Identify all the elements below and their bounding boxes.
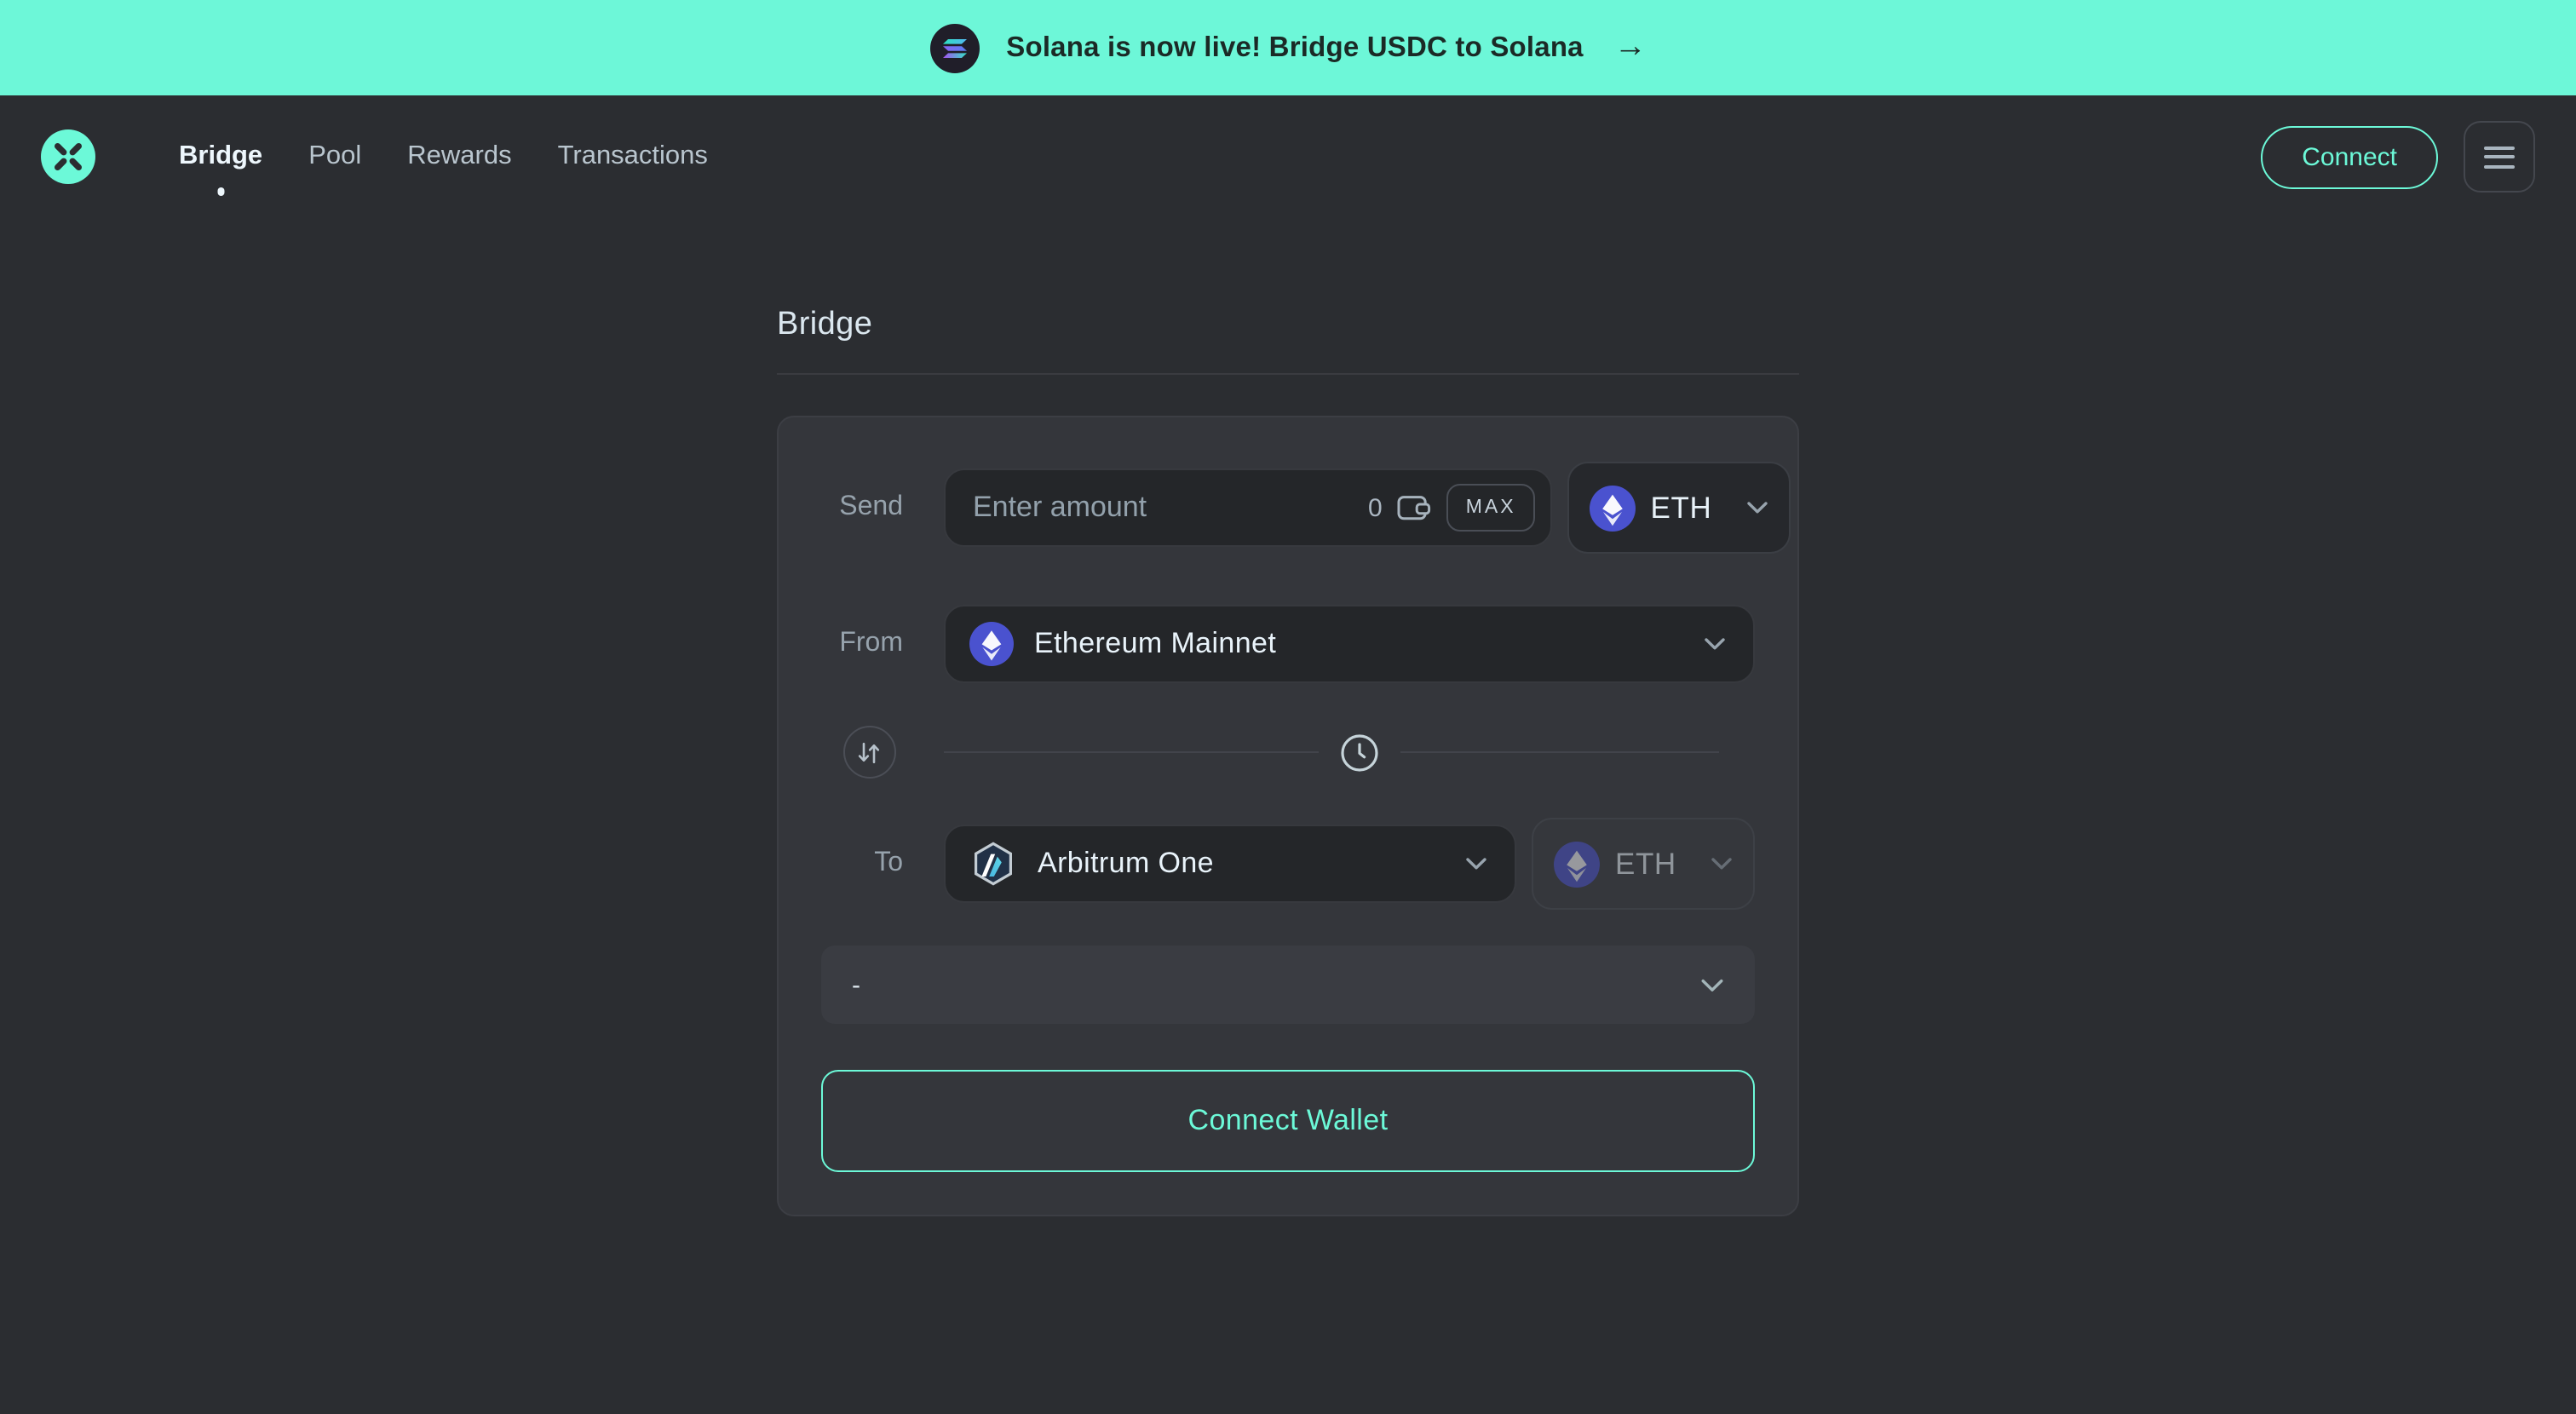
chevron-down-icon	[1465, 857, 1487, 871]
send-token-select[interactable]: ETH	[1567, 462, 1791, 554]
token-symbol: ETH	[1651, 490, 1731, 526]
promo-banner[interactable]: Solana is now live! Bridge USDC to Solan…	[0, 0, 2576, 95]
from-row: From Ethereum Mainnet	[821, 605, 1755, 683]
to-network-select[interactable]: Arbitrum One	[944, 825, 1516, 903]
connect-button[interactable]: Connect	[2261, 125, 2438, 188]
fees-summary-value: -	[852, 970, 860, 999]
max-button[interactable]: MAX	[1447, 484, 1535, 532]
chevron-down-icon	[1746, 501, 1768, 514]
send-label: Send	[821, 492, 944, 523]
main-nav: Bridge Pool Rewards Transactions	[177, 138, 710, 175]
eth-icon	[1554, 841, 1600, 887]
ethereum-network-icon	[969, 622, 1014, 666]
amount-input[interactable]	[969, 489, 1353, 526]
wallet-icon	[1398, 492, 1432, 523]
solana-icon	[929, 23, 979, 72]
connect-wallet-button[interactable]: Connect Wallet	[821, 1070, 1755, 1172]
to-label: To	[821, 848, 944, 879]
fees-details-expander[interactable]: -	[821, 946, 1755, 1024]
eth-icon	[1590, 485, 1636, 531]
send-row: Send 0 MAX	[821, 462, 1755, 554]
across-logo-icon[interactable]	[41, 129, 95, 184]
title-divider	[777, 373, 1799, 375]
bridge-page: Bridge Send 0 MAX	[777, 307, 1799, 1216]
arbitrum-network-icon	[969, 840, 1017, 888]
from-label: From	[821, 629, 944, 659]
route-line	[944, 730, 1755, 774]
route-divider-row	[821, 726, 1755, 779]
banner-text: Solana is now live! Bridge USDC to Solan…	[1006, 32, 1584, 64]
to-row: To	[821, 818, 1755, 910]
chevron-down-icon	[1711, 857, 1733, 871]
from-network-name: Ethereum Mainnet	[1034, 627, 1683, 661]
clock-icon	[1338, 730, 1383, 774]
to-network-name: Arbitrum One	[1038, 847, 1445, 881]
nav-item-transactions[interactable]: Transactions	[556, 138, 710, 175]
bridge-card: Send 0 MAX	[777, 416, 1799, 1216]
amount-field: 0 MAX	[944, 468, 1552, 547]
chevron-down-icon	[1704, 637, 1726, 651]
nav-item-pool[interactable]: Pool	[307, 138, 363, 175]
nav-item-bridge[interactable]: Bridge	[177, 138, 264, 175]
swap-direction-icon[interactable]	[842, 726, 895, 779]
active-tab-indicator	[217, 187, 225, 195]
menu-icon[interactable]	[2464, 121, 2535, 193]
header: Bridge Pool Rewards Transactions Connect	[0, 95, 2576, 218]
chevron-down-icon	[1700, 977, 1724, 992]
arrow-right-icon: →	[1614, 29, 1647, 66]
token-symbol: ETH	[1615, 846, 1695, 882]
page-title: Bridge	[777, 307, 1799, 344]
nav-item-rewards[interactable]: Rewards	[405, 138, 513, 175]
wallet-balance: 0	[1368, 493, 1383, 522]
app-root: Solana is now live! Bridge USDC to Solan…	[0, 0, 2576, 1414]
from-network-select[interactable]: Ethereum Mainnet	[944, 605, 1755, 683]
receive-token-select[interactable]: ETH	[1532, 818, 1755, 910]
